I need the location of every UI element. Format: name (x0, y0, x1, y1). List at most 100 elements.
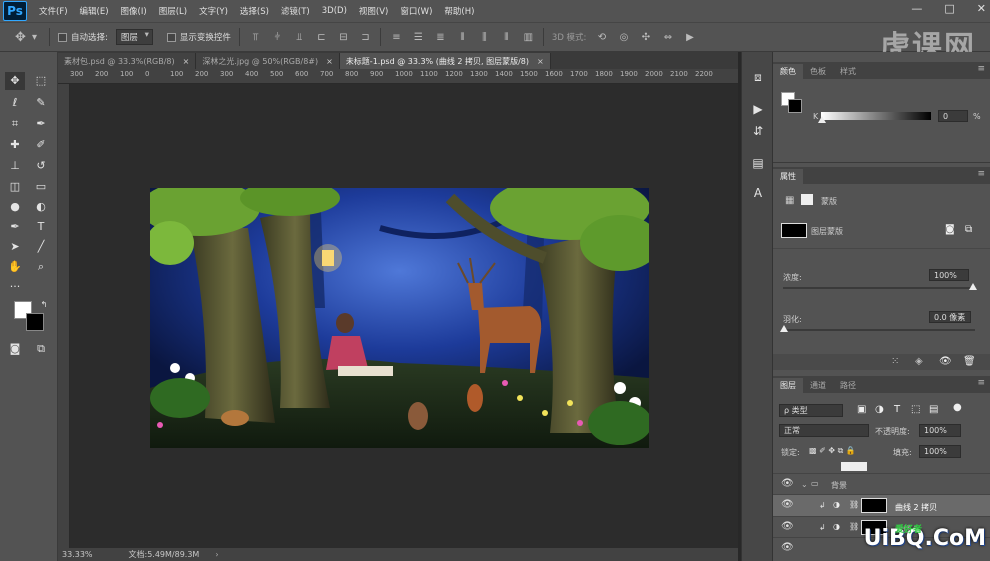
mask-thumbnail[interactable] (861, 498, 887, 513)
menu-select[interactable]: 选择(S) (240, 5, 269, 17)
tab-styles[interactable]: 样式 (833, 64, 863, 79)
k-slider[interactable] (821, 112, 931, 120)
quick-select-tool-icon[interactable]: ✎ (31, 94, 51, 112)
layer-row-group[interactable]: 👁 ⌄ ▭ 背景 (773, 474, 990, 495)
layer-row-partial[interactable] (773, 460, 990, 474)
tab-document[interactable]: 素材包.psd @ 33.3%(RGB/8) × (58, 53, 197, 69)
eraser-tool-icon[interactable]: ◫ (5, 178, 25, 196)
tab-document-active[interactable]: 未标题-1.psd @ 33.3% (曲线 2 拷贝, 图层蒙版/8) × (339, 53, 551, 69)
history-brush-tool-icon[interactable]: ↺ (31, 157, 51, 175)
layer-name[interactable]: 背景 (831, 480, 847, 491)
align-bottom-icon[interactable]: ⫫ (293, 31, 306, 44)
tab-document[interactable]: 深林之光.jpg @ 50%(RGB/8#) × (196, 53, 340, 69)
lasso-tool-icon[interactable]: ℓ (5, 94, 25, 112)
blend-mode-dropdown[interactable]: 正常 (779, 424, 869, 437)
show-transform-option[interactable]: 显示变换控件 (166, 31, 231, 43)
align-hcenter-icon[interactable]: ⊟ (337, 31, 350, 44)
k-value-field[interactable]: 0 (938, 110, 968, 122)
history-panel-icon[interactable]: ⧈ (748, 68, 768, 86)
density-field[interactable]: 100% (929, 269, 969, 281)
move-tool-icon[interactable]: ✥ (5, 72, 25, 90)
brush-tool-icon[interactable]: ✐ (31, 136, 51, 154)
close-button[interactable]: ✕ (977, 2, 986, 15)
chevron-down-icon[interactable]: ▾ (28, 31, 41, 44)
layer-filter-dropdown[interactable]: ρ 类型 (779, 404, 843, 417)
lock-icons[interactable]: ▩ ✐ ✥ ⧉ 🔒 (809, 446, 856, 456)
3d-rotate-icon[interactable]: ⟲ (595, 31, 608, 44)
3d-pan-icon[interactable]: ✣ (639, 31, 652, 44)
align-left-icon[interactable]: ⊏ (315, 31, 328, 44)
layer-name[interactable]: 曲线 2 拷贝 (895, 502, 937, 513)
align-vcenter-icon[interactable]: ⫩ (271, 31, 284, 44)
hand-tool-icon[interactable]: ✋ (5, 258, 25, 276)
distribute-hcenter-icon[interactable]: ⫼ (478, 31, 491, 44)
filter-smart-icon[interactable]: ▤ (929, 404, 938, 415)
slider-thumb[interactable] (818, 116, 826, 123)
visibility-eye-icon[interactable]: 👁 (781, 500, 794, 510)
tab-swatches[interactable]: 色板 (803, 64, 833, 79)
stamp-tool-icon[interactable]: ⊥ (5, 157, 25, 175)
visibility-eye-icon[interactable]: 👁 (781, 522, 794, 532)
pen-tool-icon[interactable]: ✒ (5, 218, 25, 236)
filter-toggle-icon[interactable]: ● (953, 402, 962, 413)
link-icon[interactable]: ⛓ (849, 522, 859, 531)
zoom-level[interactable]: 33.33% (62, 550, 93, 559)
type-tool-icon[interactable]: T (31, 218, 51, 236)
filter-type-icon[interactable]: T (894, 404, 900, 415)
pixel-mask-icon[interactable]: ▦ (785, 195, 794, 206)
crop-tool-icon[interactable]: ⌗ (5, 115, 25, 133)
menu-file[interactable]: 文件(F) (39, 5, 68, 17)
actions-panel-icon[interactable]: ▶ (748, 100, 768, 118)
close-icon[interactable]: × (326, 57, 333, 66)
tab-paths[interactable]: 路径 (833, 378, 863, 393)
character-panel-icon[interactable]: A (748, 184, 768, 202)
marquee-tool-icon[interactable]: ⬚ (31, 72, 51, 90)
line-tool-icon[interactable]: ╱ (31, 238, 51, 256)
dodge-tool-icon[interactable]: ◐ (31, 198, 51, 216)
screen-mode-icon[interactable]: ⧉ (31, 340, 51, 358)
density-slider-thumb[interactable] (969, 283, 977, 290)
show-transform-checkbox[interactable] (166, 32, 176, 42)
close-icon[interactable]: × (537, 57, 544, 66)
path-select-tool-icon[interactable]: ➤ (5, 238, 25, 256)
distribute-top-icon[interactable]: ≡ (390, 31, 403, 44)
distribute-right-icon[interactable]: ⫴ (500, 31, 513, 44)
auto-select-option[interactable]: 自动选择: (58, 31, 108, 43)
panel-menu-icon[interactable]: ≡ (977, 378, 985, 388)
eyedropper-tool-icon[interactable]: ✒ (31, 115, 51, 133)
menu-layer[interactable]: 图层(L) (159, 5, 187, 17)
align-top-icon[interactable]: ⫪ (249, 31, 262, 44)
3d-camera-icon[interactable]: ▶ (683, 31, 696, 44)
menu-help[interactable]: 帮助(H) (444, 5, 474, 17)
more-tools-icon[interactable]: ··· (5, 278, 25, 296)
auto-align-icon[interactable]: ▥ (522, 31, 535, 44)
tab-channels[interactable]: 通道 (803, 378, 833, 393)
background-color-swatch[interactable] (788, 99, 802, 113)
healing-tool-icon[interactable]: ✚ (5, 136, 25, 154)
swap-colors-icon[interactable]: ↰ (34, 296, 54, 314)
feather-slider-thumb[interactable] (780, 325, 788, 332)
minimize-button[interactable]: — (911, 2, 922, 15)
canvas-workspace[interactable] (70, 84, 738, 548)
blur-tool-icon[interactable]: ● (5, 198, 25, 216)
layer-mask-icon[interactable] (801, 194, 813, 205)
layer-row-selected[interactable]: 👁 ↲ ◑ ⛓ 曲线 2 拷贝 (773, 495, 990, 517)
apply-mask-icon[interactable]: ◈ (915, 356, 923, 367)
panel-menu-icon[interactable]: ≡ (977, 169, 985, 179)
panel-menu-icon[interactable]: ≡ (977, 64, 985, 74)
menu-view[interactable]: 视图(V) (359, 5, 388, 17)
menu-window[interactable]: 窗口(W) (400, 5, 432, 17)
move-tool-icon[interactable]: ✥ (14, 31, 27, 44)
vector-mask-icon[interactable]: ⧉ (965, 224, 972, 235)
filter-shape-icon[interactable]: ⬚ (911, 404, 920, 415)
3d-slide-icon[interactable]: ⇔ (661, 31, 674, 44)
chevron-down-icon[interactable]: ⌄ (801, 480, 808, 489)
auto-select-value[interactable]: 图层 (115, 29, 153, 45)
menu-3d[interactable]: 3D(D) (322, 6, 347, 16)
auto-select-dropdown[interactable]: 图层 (115, 29, 153, 45)
distribute-bottom-icon[interactable]: ≣ (434, 31, 447, 44)
info-panel-icon[interactable]: ▤ (748, 154, 768, 172)
opacity-field[interactable]: 100% (919, 424, 961, 437)
background-color-swatch[interactable] (26, 313, 44, 331)
visibility-eye-icon[interactable]: 👁 (781, 543, 794, 553)
